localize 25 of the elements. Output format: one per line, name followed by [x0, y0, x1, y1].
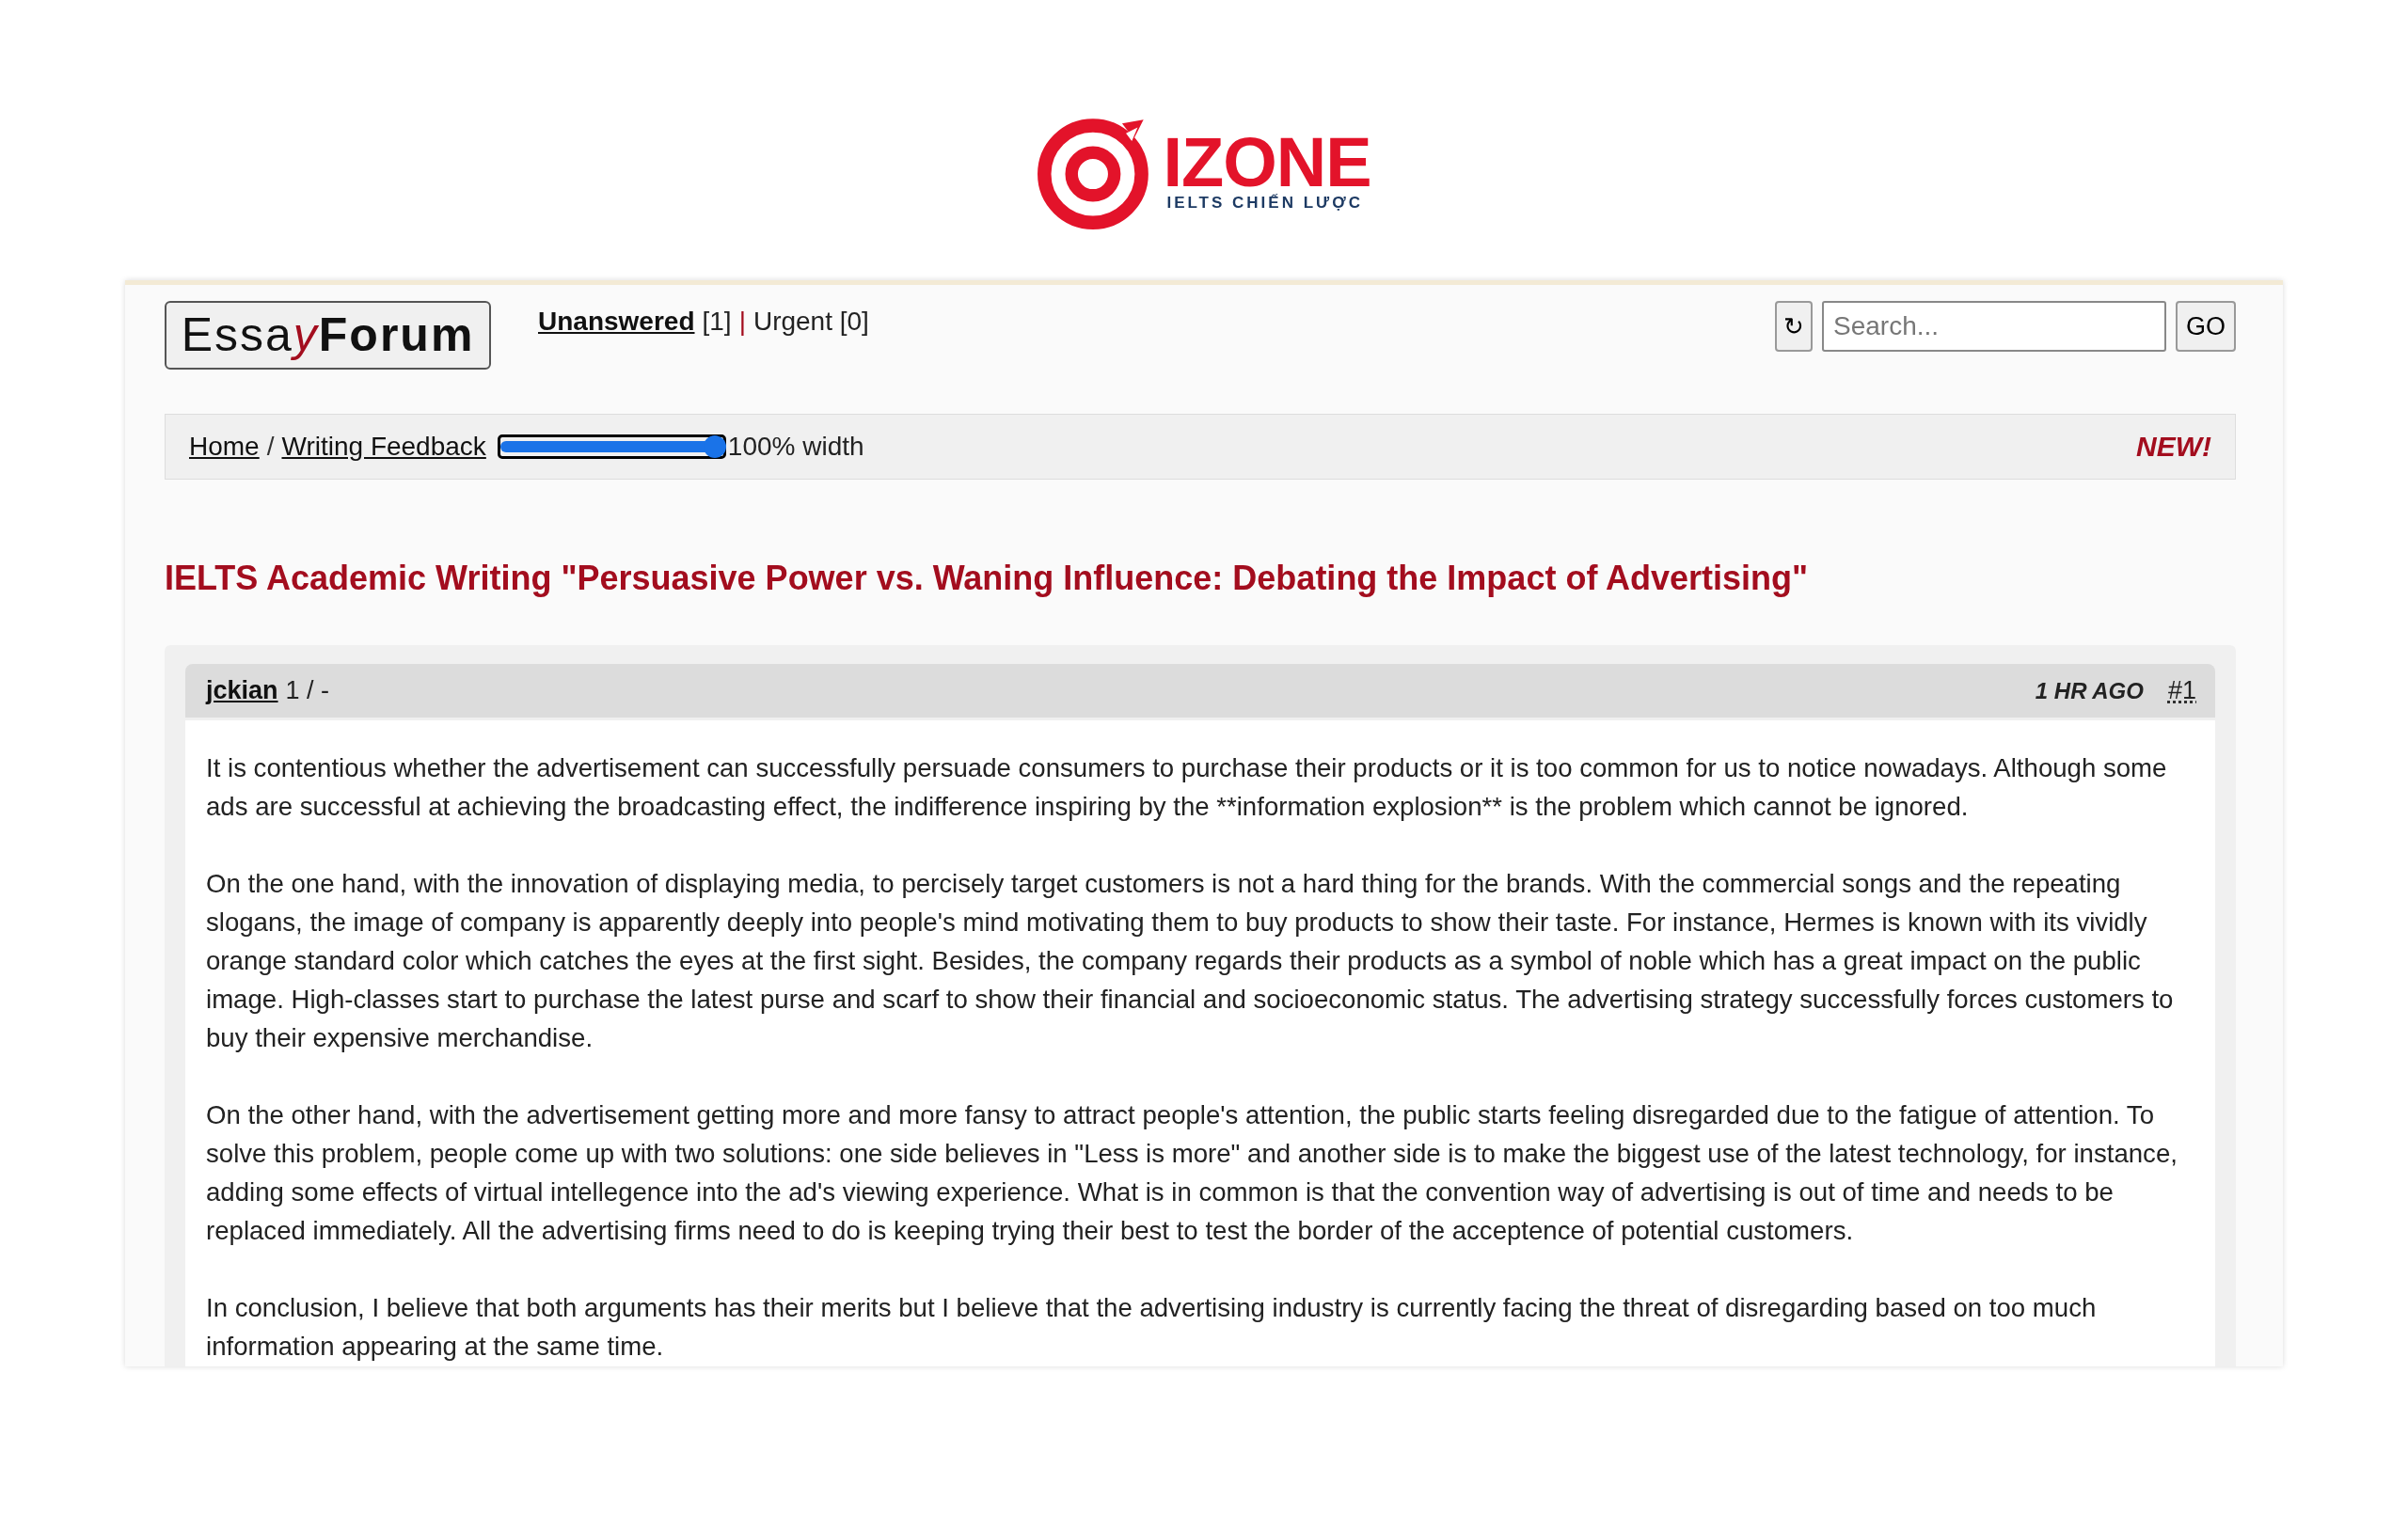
search-field[interactable]: Search... [1822, 301, 2166, 352]
author-stats: 1 / - [285, 676, 330, 705]
unanswered-link[interactable]: Unanswered [538, 307, 695, 337]
go-button[interactable]: GO [2176, 301, 2236, 352]
site-logo[interactable]: EssayForum [165, 301, 491, 370]
nav-separator: | [738, 307, 746, 337]
post-paragraph: On the other hand, with the advertisement getting more and more fansy to attract people's attention, the public starts feeling disregarded due to the fatigue of attention. To solve this problem, people come up with two solutions: one side believes in "Less is more" and another side is to make the biggest use of the latest technology, for instance, adding some effects of virtual intellegence into the ad's viewing experience. What is in common is that the convention way of advertising is out of time and needs to be replaced immediately. All the advertising firms need to do is keeping trying their best to test the border of the acceptence of potential customers. [206, 1099, 2178, 1247]
breadcrumb-link[interactable]: Home [189, 432, 260, 462]
refresh-button[interactable]: ↻ [1775, 301, 1813, 352]
brand-tagline: IELTS CHIẾN LƯỢC [1165, 194, 1364, 213]
post-paragraph: On the one hand, with the innovation of displaying media, to percisely target customers is not a hard thing for the brands. With the commercial songs and the repeating slogans, the image of company is apparently deeply into people's mind motivating them to buy products to show their taste. For instance, Hermes is known with its vividly orange standard color which catches the eyes at the first sight. Besides, the company regards their products as a symbol of noble which has a great impact on the public image. High-classes start to purchase the latest purse and scarf to show their financial and socioeconomic status. The advertising strategy successfully forces customers to buy their expensive merchandise. [206, 868, 2175, 1054]
width-reading: 100% width [727, 432, 864, 462]
new-label: NEW! [2136, 431, 2211, 463]
width-slider[interactable] [497, 434, 726, 459]
post-time: 1 HR AGO [2035, 677, 2144, 704]
brand-name: IZONE [1163, 132, 1371, 194]
nav-count: Urgent [0] [752, 307, 869, 337]
post-paragraph: It is contentious whether the advertisement can successfully persuade consumers to purchase their products or it is too common for us to notice nowadays. Although some ads are successful at achieving the broadcasting effect, the indifference inspiring by the **information explosion** is the problem which cannot be ignored. [206, 752, 2168, 823]
nav-count: [1] [702, 307, 732, 337]
breadcrumb-link[interactable]: Writing Feedback [281, 432, 486, 462]
post-paragraph: In conclusion, I believe that both arguments has their merits but I believe that the advertising industry is currently facing the threat of disregarding based on too much information appearing at the same time. [206, 1292, 2098, 1363]
author-link[interactable]: jckian [206, 676, 278, 705]
breadcrumb-separator: / [266, 432, 275, 462]
thread-title: IELTS Academic Writing "Persuasive Power vs. Waning Influence: Debating the Impact of Advertising" [165, 559, 1810, 598]
post-number-link[interactable]: #1 [2167, 676, 2196, 705]
